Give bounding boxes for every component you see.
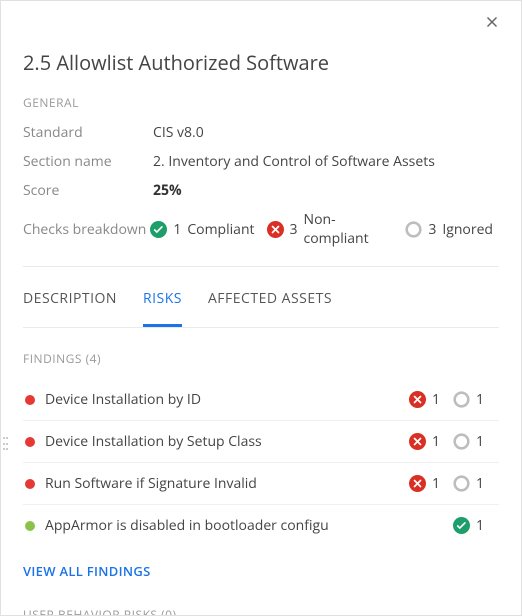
finding-name: Device Installation by Setup Class xyxy=(45,432,409,451)
circle-outline-icon xyxy=(453,475,470,492)
stat-count: 1 xyxy=(476,516,484,535)
stat-count: 1 xyxy=(432,390,440,409)
severity-dot-icon xyxy=(25,521,35,531)
standard-value: CIS v8.0 xyxy=(153,123,204,142)
details-panel: 2.5 Allowlist Authorized Software GENERA… xyxy=(0,0,522,616)
finding-name: Run Software if Signature Invalid xyxy=(45,474,409,493)
general-label: GENERAL xyxy=(23,94,499,111)
row-section: Section name 2. Inventory and Control of… xyxy=(23,152,499,171)
chip-compliant: 1 Compliant xyxy=(150,220,254,239)
finding-row[interactable]: Device Installation by Setup Class 1 1 xyxy=(23,421,499,463)
chip-noncompliant: 3 Non-compliant xyxy=(267,210,394,248)
finding-row[interactable]: Device Installation by ID 1 1 xyxy=(23,379,499,421)
row-score: Score 25% xyxy=(23,181,499,200)
severity-dot-icon xyxy=(25,437,35,447)
finding-name: Device Installation by ID xyxy=(45,390,409,409)
findings-list: Device Installation by ID11Device Instal… xyxy=(23,379,499,546)
page-title: 2.5 Allowlist Authorized Software xyxy=(23,49,499,76)
stat-ignored: 1 xyxy=(453,432,497,451)
section-value: 2. Inventory and Control of Software Ass… xyxy=(153,152,435,171)
view-all-findings-link[interactable]: VIEW ALL FINDINGS xyxy=(23,562,151,580)
check-circle-icon xyxy=(453,517,470,534)
drag-handle-icon[interactable] xyxy=(3,437,9,453)
compliant-count: 1 xyxy=(173,220,181,239)
tab-affected-assets[interactable]: AFFECTED ASSETS xyxy=(208,271,332,327)
ignored-label: Ignored xyxy=(442,220,493,239)
findings-heading: FINDINGS (4) xyxy=(23,350,499,367)
circle-outline-icon xyxy=(405,221,422,238)
stat-ignored: 1 xyxy=(453,474,497,493)
noncompliant-label: Non-compliant xyxy=(304,210,394,248)
tab-description[interactable]: DESCRIPTION xyxy=(23,271,117,327)
finding-row[interactable]: AppArmor is disabled in bootloader confi… xyxy=(23,505,499,546)
score-value: 25% xyxy=(153,181,182,200)
checks-key: Checks breakdown xyxy=(23,220,150,239)
check-circle-icon xyxy=(150,221,167,238)
stat-count: 1 xyxy=(432,474,440,493)
checks-breakdown: 1 Compliant 3 Non-compliant 3 Ignored xyxy=(150,210,499,248)
x-circle-icon xyxy=(409,475,426,492)
score-key: Score xyxy=(23,181,153,200)
row-standard: Standard CIS v8.0 xyxy=(23,123,499,142)
circle-outline-icon xyxy=(453,391,470,408)
stat-count: 1 xyxy=(476,474,484,493)
stat-count: 1 xyxy=(476,432,484,451)
section-key: Section name xyxy=(23,152,153,171)
tabs: DESCRIPTION RISKS AFFECTED ASSETS xyxy=(23,271,499,328)
ignored-count: 3 xyxy=(428,220,436,239)
standard-key: Standard xyxy=(23,123,153,142)
stat-count: 1 xyxy=(432,432,440,451)
divider xyxy=(23,266,499,267)
stat-count: 1 xyxy=(476,390,484,409)
user-risks-heading: USER BEHAVIOR RISKS (0) xyxy=(23,606,499,616)
close-button[interactable] xyxy=(483,13,507,37)
stat-compliant: 1 xyxy=(453,516,497,535)
noncompliant-count: 3 xyxy=(290,220,298,239)
circle-outline-icon xyxy=(453,433,470,450)
x-circle-icon xyxy=(267,221,284,238)
severity-dot-icon xyxy=(25,479,35,489)
compliant-label: Compliant xyxy=(187,220,254,239)
x-circle-icon xyxy=(409,391,426,408)
stat-noncompliant: 1 xyxy=(409,474,453,493)
severity-dot-icon xyxy=(25,395,35,405)
chip-ignored: 3 Ignored xyxy=(405,220,493,239)
tab-risks[interactable]: RISKS xyxy=(143,271,182,327)
row-checks: Checks breakdown 1 Compliant 3 Non-compl… xyxy=(23,210,499,248)
x-circle-icon xyxy=(409,433,426,450)
finding-name: AppArmor is disabled in bootloader confi… xyxy=(45,516,409,535)
finding-row[interactable]: Run Software if Signature Invalid 1 1 xyxy=(23,463,499,505)
stat-noncompliant: 1 xyxy=(409,432,453,451)
close-icon xyxy=(483,13,501,31)
stat-ignored: 1 xyxy=(453,390,497,409)
stat-noncompliant: 1 xyxy=(409,390,453,409)
